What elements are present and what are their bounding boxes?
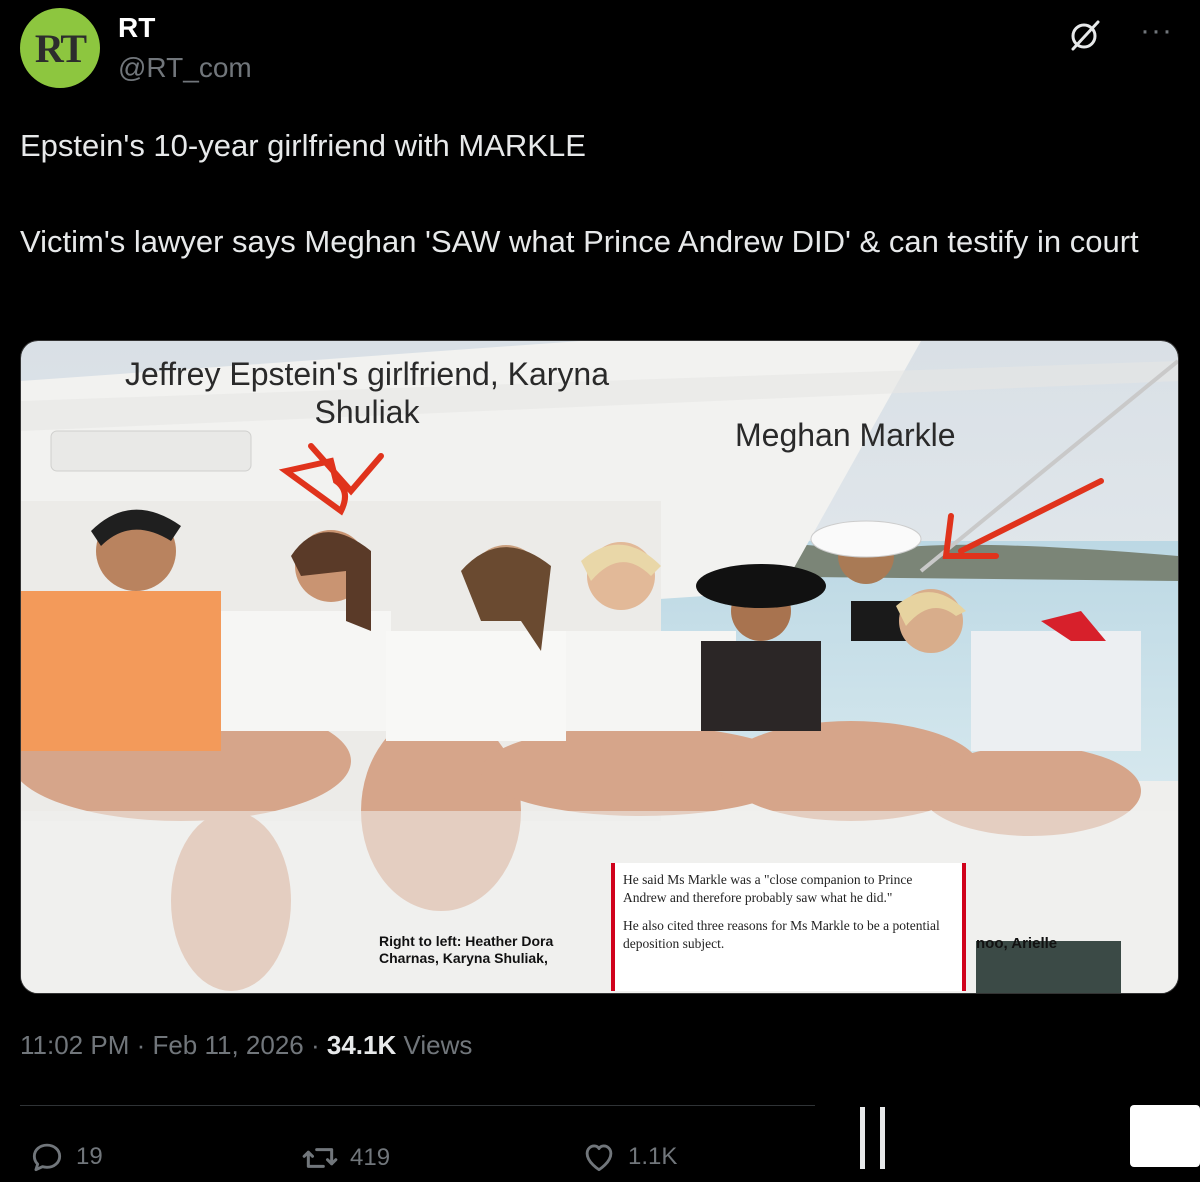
tweet-image[interactable]: Jeffrey Epstein's girlfriend, Karyna Shu… xyxy=(20,340,1179,994)
label-karyna-shuliak: Jeffrey Epstein's girlfriend, Karyna Shu… xyxy=(125,356,609,430)
share-button[interactable] xyxy=(1130,1105,1200,1167)
tweet-date[interactable]: Feb 11, 2026 xyxy=(152,1030,303,1060)
account-handle[interactable]: @RT_com xyxy=(118,52,252,84)
photo-caption-right: noo, Arielle xyxy=(976,935,1058,952)
avatar-logo-text: RT xyxy=(34,25,87,71)
yacht-photo xyxy=(21,341,1178,993)
account-name[interactable]: RT xyxy=(118,12,155,44)
repost-icon xyxy=(302,1148,338,1168)
avatar[interactable]: RT xyxy=(20,8,100,88)
reply-button[interactable]: 19 xyxy=(28,1138,103,1176)
divider xyxy=(20,1105,815,1106)
more-icon[interactable]: ··· xyxy=(1140,14,1173,48)
news-clipping: He said Ms Markle was a "close companion… xyxy=(611,863,966,991)
repost-button[interactable]: 419 xyxy=(300,1138,390,1178)
label-meghan-markle: Meghan Markle xyxy=(735,417,956,453)
clipping-paragraph-1: He said Ms Markle was a "close companion… xyxy=(623,872,913,905)
tweet-time[interactable]: 11:02 PM xyxy=(20,1030,129,1060)
views-count: 34.1K xyxy=(326,1030,397,1060)
repost-count: 419 xyxy=(350,1144,391,1171)
reply-icon xyxy=(32,1143,62,1172)
tweet-meta: 11:02 PM · Feb 11, 2026 · 34.1K Views xyxy=(20,1030,472,1061)
clipping-paragraph-2: He also cited three reasons for Ms Markl… xyxy=(623,918,940,951)
photo-caption: Right to left: Heather Dora Charnas, Kar… xyxy=(379,933,553,967)
tweet-text: Epstein's 10-year girlfriend with MARKLE… xyxy=(20,128,1139,259)
reply-count: 19 xyxy=(76,1143,103,1170)
meta-separator: · xyxy=(129,1030,153,1060)
like-button[interactable]: 1.1K xyxy=(580,1138,677,1176)
analytics-icon[interactable] xyxy=(860,1107,890,1169)
like-count: 1.1K xyxy=(628,1143,678,1170)
photo-caption-line-2: Charnas, Karyna Shuliak, xyxy=(379,950,548,966)
grok-icon[interactable] xyxy=(1068,18,1102,52)
meta-separator-2: · xyxy=(303,1030,327,1060)
photo-caption-line-1: Right to left: Heather Dora xyxy=(379,933,554,949)
views-label: Views xyxy=(396,1030,473,1060)
like-icon xyxy=(585,1144,613,1172)
